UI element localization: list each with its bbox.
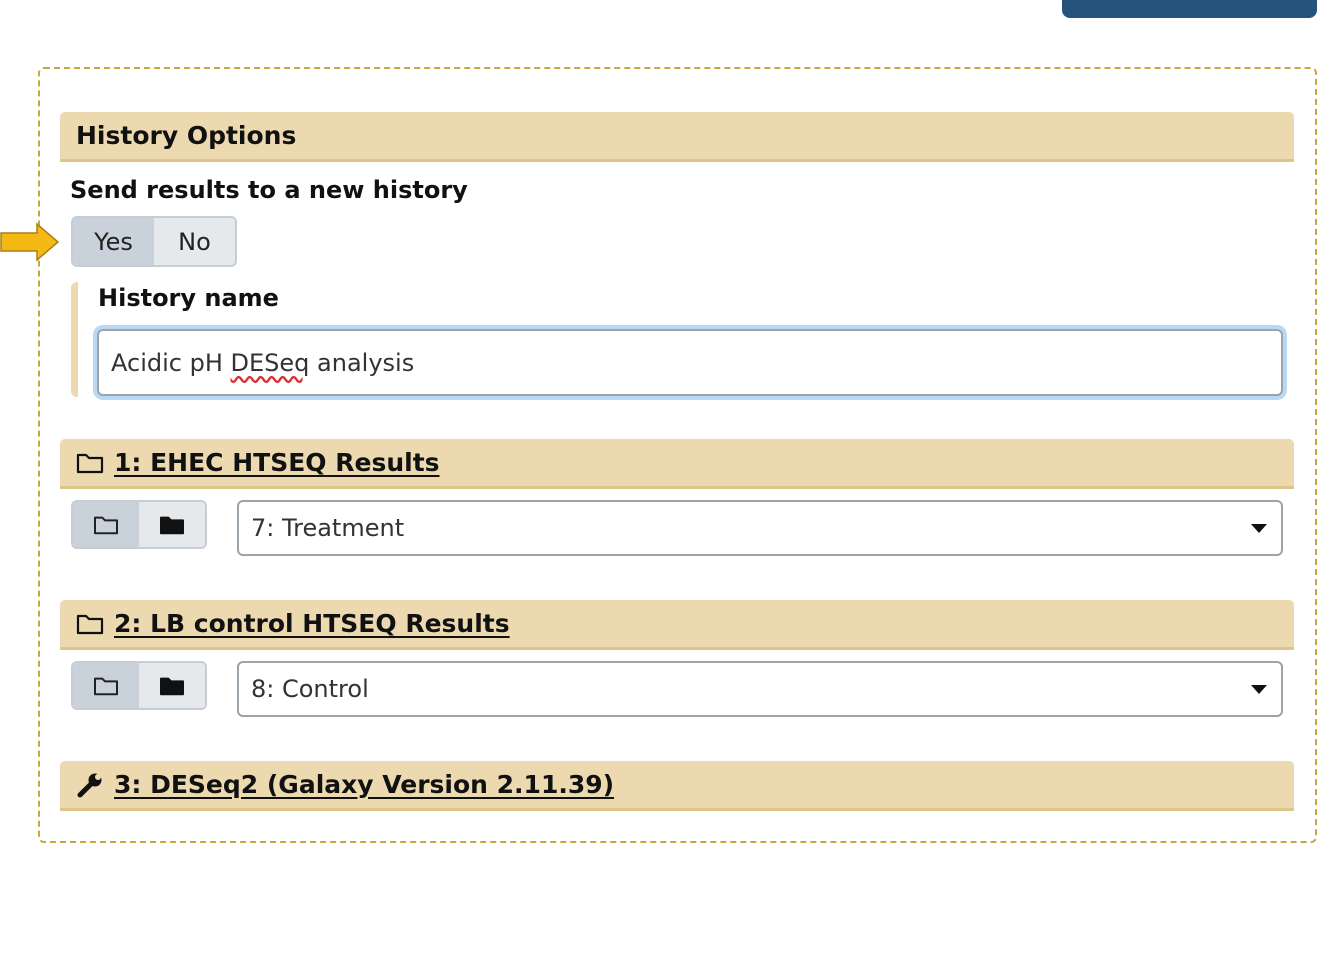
history-name-input[interactable]: Acidic pH DESeq analysis: [97, 329, 1283, 396]
step-2-selected-value: 8: Control: [251, 675, 369, 703]
history-name-value-misspelled: DESeq: [230, 348, 310, 377]
history-name-value-start: Acidic pH: [111, 348, 231, 377]
chevron-down-icon: [1251, 684, 1267, 694]
step-2-header: 2: LB control HTSEQ Results: [60, 600, 1294, 650]
dataset-collection-button[interactable]: [139, 502, 205, 547]
step-2-link[interactable]: 2: LB control HTSEQ Results: [114, 609, 510, 638]
step-2-dataset-select[interactable]: 8: Control: [237, 661, 1283, 717]
chevron-down-icon: [1251, 523, 1267, 533]
folder-outline-icon: [93, 516, 119, 534]
history-options-header: History Options: [60, 112, 1294, 162]
step-1-selected-value: 7: Treatment: [251, 514, 405, 542]
step-3-header: 3: DESeq2 (Galaxy Version 2.11.39): [60, 761, 1294, 811]
step-1-input-type-toggle[interactable]: [71, 500, 207, 549]
history-options-title: History Options: [76, 121, 297, 150]
dataset-collection-button[interactable]: [139, 663, 205, 708]
folder-icon: [76, 612, 104, 636]
send-to-new-history-label: Send results to a new history: [70, 176, 468, 204]
step-2-input-type-toggle[interactable]: [71, 661, 207, 710]
step-3-link[interactable]: 3: DESeq2 (Galaxy Version 2.11.39): [114, 770, 614, 799]
yes-option-button[interactable]: Yes: [73, 218, 154, 265]
new-history-toggle[interactable]: Yes No: [71, 216, 237, 267]
single-dataset-button[interactable]: [73, 663, 139, 708]
top-action-button[interactable]: [1062, 0, 1317, 18]
pointer-arrow-icon: [0, 222, 60, 262]
folder-icon: [76, 451, 104, 475]
step-1-header: 1: EHEC HTSEQ Results: [60, 439, 1294, 489]
folder-solid-icon: [159, 516, 185, 534]
no-option-button[interactable]: No: [154, 218, 235, 265]
wrench-icon: [76, 771, 104, 799]
single-dataset-button[interactable]: [73, 502, 139, 547]
folder-solid-icon: [159, 677, 185, 695]
folder-outline-icon: [93, 677, 119, 695]
step-1-link[interactable]: 1: EHEC HTSEQ Results: [114, 448, 440, 477]
step-1-dataset-select[interactable]: 7: Treatment: [237, 500, 1283, 556]
history-name-label: History name: [98, 284, 279, 312]
history-name-value-end: analysis: [309, 348, 415, 377]
